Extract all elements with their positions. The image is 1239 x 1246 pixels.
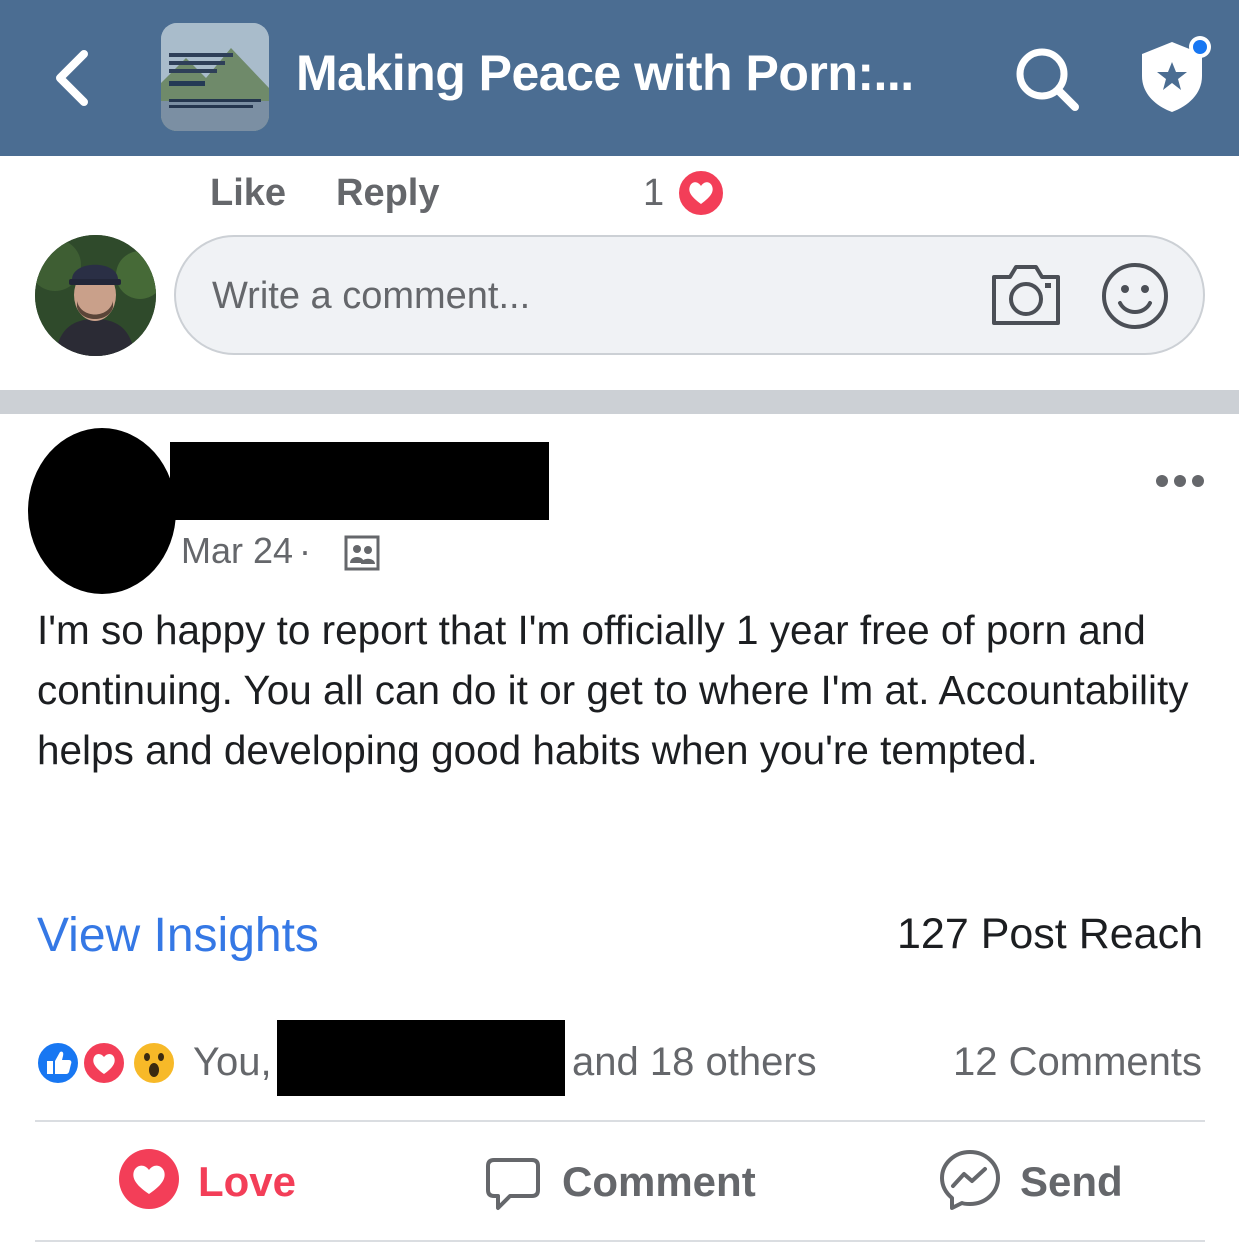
previous-comment-actions: Like Reply 1: [0, 169, 1239, 222]
comment-reaction-count[interactable]: 1: [643, 172, 664, 215]
speech-bubble-icon: [486, 1158, 540, 1210]
action-bar-top-divider: [35, 1120, 1205, 1122]
reaction-summary[interactable]: [35, 1040, 195, 1088]
search-icon[interactable]: [1012, 44, 1082, 114]
comment-input[interactable]: Write a comment...: [174, 235, 1205, 355]
shield-star-icon[interactable]: [1130, 30, 1220, 120]
send-label: Send: [1020, 1158, 1123, 1205]
post-date[interactable]: Mar 24: [181, 530, 293, 571]
comments-count-link[interactable]: 12 Comments: [953, 1040, 1202, 1085]
action-bar-bottom-divider: [35, 1240, 1205, 1242]
send-button[interactable]: Send: [938, 1148, 1138, 1220]
post-text: I'm so happy to report that I'm official…: [37, 607, 1189, 773]
wow-reaction-icon: [131, 1040, 177, 1086]
group-title[interactable]: Making Peace with Porn:...: [296, 44, 914, 102]
reaction-names-you[interactable]: You,: [193, 1040, 272, 1085]
meta-separator: ·: [299, 530, 312, 571]
love-button[interactable]: Love: [118, 1148, 318, 1220]
comment-reply-button[interactable]: Reply: [336, 172, 439, 215]
user-avatar[interactable]: [35, 235, 156, 356]
reaction-names-others[interactable]: and 18 others: [572, 1040, 817, 1085]
post-reach-count: 127 Post Reach: [897, 910, 1203, 958]
group-header: Making Peace with Porn:...: [0, 0, 1239, 156]
comment-input-placeholder: Write a comment...: [212, 275, 531, 317]
chevron-left-icon[interactable]: [50, 48, 94, 108]
group-members-icon: [344, 535, 380, 571]
camera-icon[interactable]: [988, 259, 1064, 331]
post-meta: Mar 24 ·: [181, 530, 317, 572]
view-insights-link[interactable]: View Insights: [37, 908, 319, 963]
messenger-icon: [940, 1150, 1000, 1210]
redacted-reactor-name: [277, 1020, 565, 1096]
group-cover-thumbnail[interactable]: [161, 23, 269, 131]
comment-button[interactable]: Comment: [484, 1148, 784, 1220]
redacted-author-avatar: [28, 428, 176, 594]
heart-icon[interactable]: [676, 168, 726, 218]
comment-like-button[interactable]: Like: [210, 172, 286, 215]
smiley-icon[interactable]: [1100, 261, 1170, 331]
comment-label: Comment: [562, 1158, 756, 1205]
redacted-author-name: [170, 442, 549, 520]
feed-divider: [0, 390, 1239, 414]
more-dots-icon[interactable]: [1150, 466, 1210, 496]
like-reaction-icon: [35, 1040, 81, 1086]
love-label: Love: [198, 1158, 297, 1205]
heart-icon: [119, 1149, 179, 1209]
love-reaction-icon: [81, 1040, 127, 1086]
